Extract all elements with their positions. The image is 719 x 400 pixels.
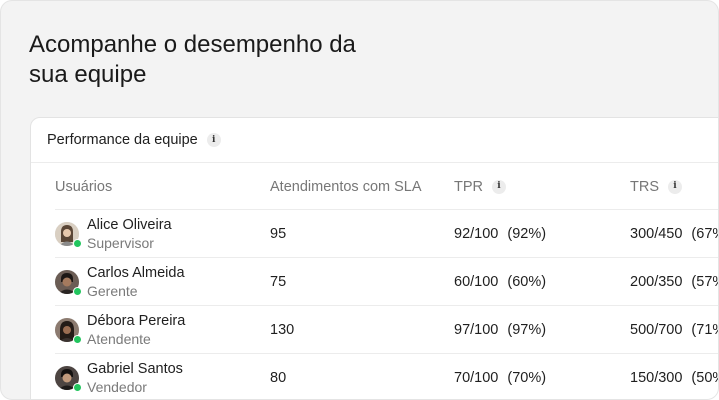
column-header-label: TRS xyxy=(630,178,659,195)
trs-cell: 500/700 (71%) xyxy=(630,306,718,353)
status-online-icon xyxy=(73,334,82,344)
tpr-percent: (97%) xyxy=(507,321,547,338)
trs-percent: (57%) xyxy=(691,273,718,290)
user-name: Débora Pereira xyxy=(87,312,186,329)
tpr-value: 97/100 xyxy=(454,321,499,338)
status-online-icon xyxy=(73,286,82,296)
tpr-percent: (70%) xyxy=(507,369,547,386)
tpr-cell: 60/100 (60%) xyxy=(454,258,546,305)
team-performance-card: Performance da equipe i Usuários Atendim… xyxy=(30,117,718,399)
tpr-value: 70/100 xyxy=(454,369,499,386)
page-frame: Acompanhe o desempenho da sua equipe Per… xyxy=(0,0,719,400)
tpr-cell: 70/100 (70%) xyxy=(454,354,547,399)
tpr-cell: 97/100 (97%) xyxy=(454,306,546,353)
trs-cell: 200/350 (57%) xyxy=(630,258,718,305)
column-header-label: Usuários xyxy=(55,178,113,195)
trs-value: 150/300 xyxy=(630,369,683,386)
user-role: Atendente xyxy=(87,330,151,347)
table-row[interactable]: Alice Oliveira Supervisor 95 92/100 (92%… xyxy=(55,210,718,258)
trs-value: 200/350 xyxy=(630,273,683,290)
user-role: Supervisor xyxy=(87,234,154,251)
avatar xyxy=(55,317,82,344)
team-table: Usuários Atendimentos com SLA TPR i TRS … xyxy=(55,164,718,399)
table-header-row: Usuários Atendimentos com SLA TPR i TRS … xyxy=(55,164,718,210)
card-title: Performance da equipe xyxy=(47,132,198,148)
column-header-users[interactable]: Usuários xyxy=(55,164,112,209)
tpr-percent: (92%) xyxy=(507,225,547,242)
tpr-cell: 92/100 (92%) xyxy=(454,210,546,257)
sla-cell: 130 xyxy=(270,321,295,338)
column-header-sla[interactable]: Atendimentos com SLA xyxy=(270,164,422,209)
user-name: Carlos Almeida xyxy=(87,264,185,281)
tpr-value: 92/100 xyxy=(454,225,499,242)
info-icon[interactable]: i xyxy=(668,179,682,194)
user-cell: Gabriel Santos Vendedor xyxy=(55,354,183,399)
card-header: Performance da equipe i xyxy=(31,118,718,163)
user-cell: Débora Pereira Atendente xyxy=(55,306,185,353)
sla-cell: 95 xyxy=(270,225,287,242)
status-online-icon xyxy=(73,238,82,248)
trs-percent: (67%) xyxy=(691,225,718,242)
trs-cell: 300/450 (67%) xyxy=(630,210,718,257)
tpr-value: 60/100 xyxy=(454,273,499,290)
sla-cell: 75 xyxy=(270,273,287,290)
page-headline: Acompanhe o desempenho da sua equipe xyxy=(29,31,356,88)
avatar xyxy=(55,221,82,248)
user-role: Vendedor xyxy=(87,378,147,395)
user-name: Alice Oliveira xyxy=(87,216,172,233)
trs-value: 300/450 xyxy=(630,225,683,242)
info-icon[interactable]: i xyxy=(492,179,506,194)
trs-percent: (71%) xyxy=(691,321,718,338)
user-role: Gerente xyxy=(87,282,138,299)
avatar xyxy=(55,365,82,392)
user-cell: Alice Oliveira Supervisor xyxy=(55,210,172,257)
tpr-percent: (60%) xyxy=(507,273,547,290)
avatar xyxy=(55,269,82,296)
status-online-icon xyxy=(73,382,82,392)
column-header-trs[interactable]: TRS i xyxy=(630,164,682,209)
user-name: Gabriel Santos xyxy=(87,360,183,377)
trs-percent: (50%) xyxy=(691,369,718,386)
table-row[interactable]: Gabriel Santos Vendedor 80 70/100 (70%) … xyxy=(55,354,718,399)
table-row[interactable]: Débora Pereira Atendente 130 97/100 (97%… xyxy=(55,306,718,354)
column-header-tpr[interactable]: TPR i xyxy=(454,164,506,209)
info-icon[interactable]: i xyxy=(206,133,221,147)
trs-cell: 150/300 (50%) xyxy=(630,354,718,399)
column-header-label: TPR xyxy=(454,178,483,195)
column-header-label: Atendimentos com SLA xyxy=(270,178,422,195)
trs-value: 500/700 xyxy=(630,321,683,338)
user-cell: Carlos Almeida Gerente xyxy=(55,258,185,305)
sla-cell: 80 xyxy=(270,369,287,386)
table-row[interactable]: Carlos Almeida Gerente 75 60/100 (60%) 2… xyxy=(55,258,718,306)
